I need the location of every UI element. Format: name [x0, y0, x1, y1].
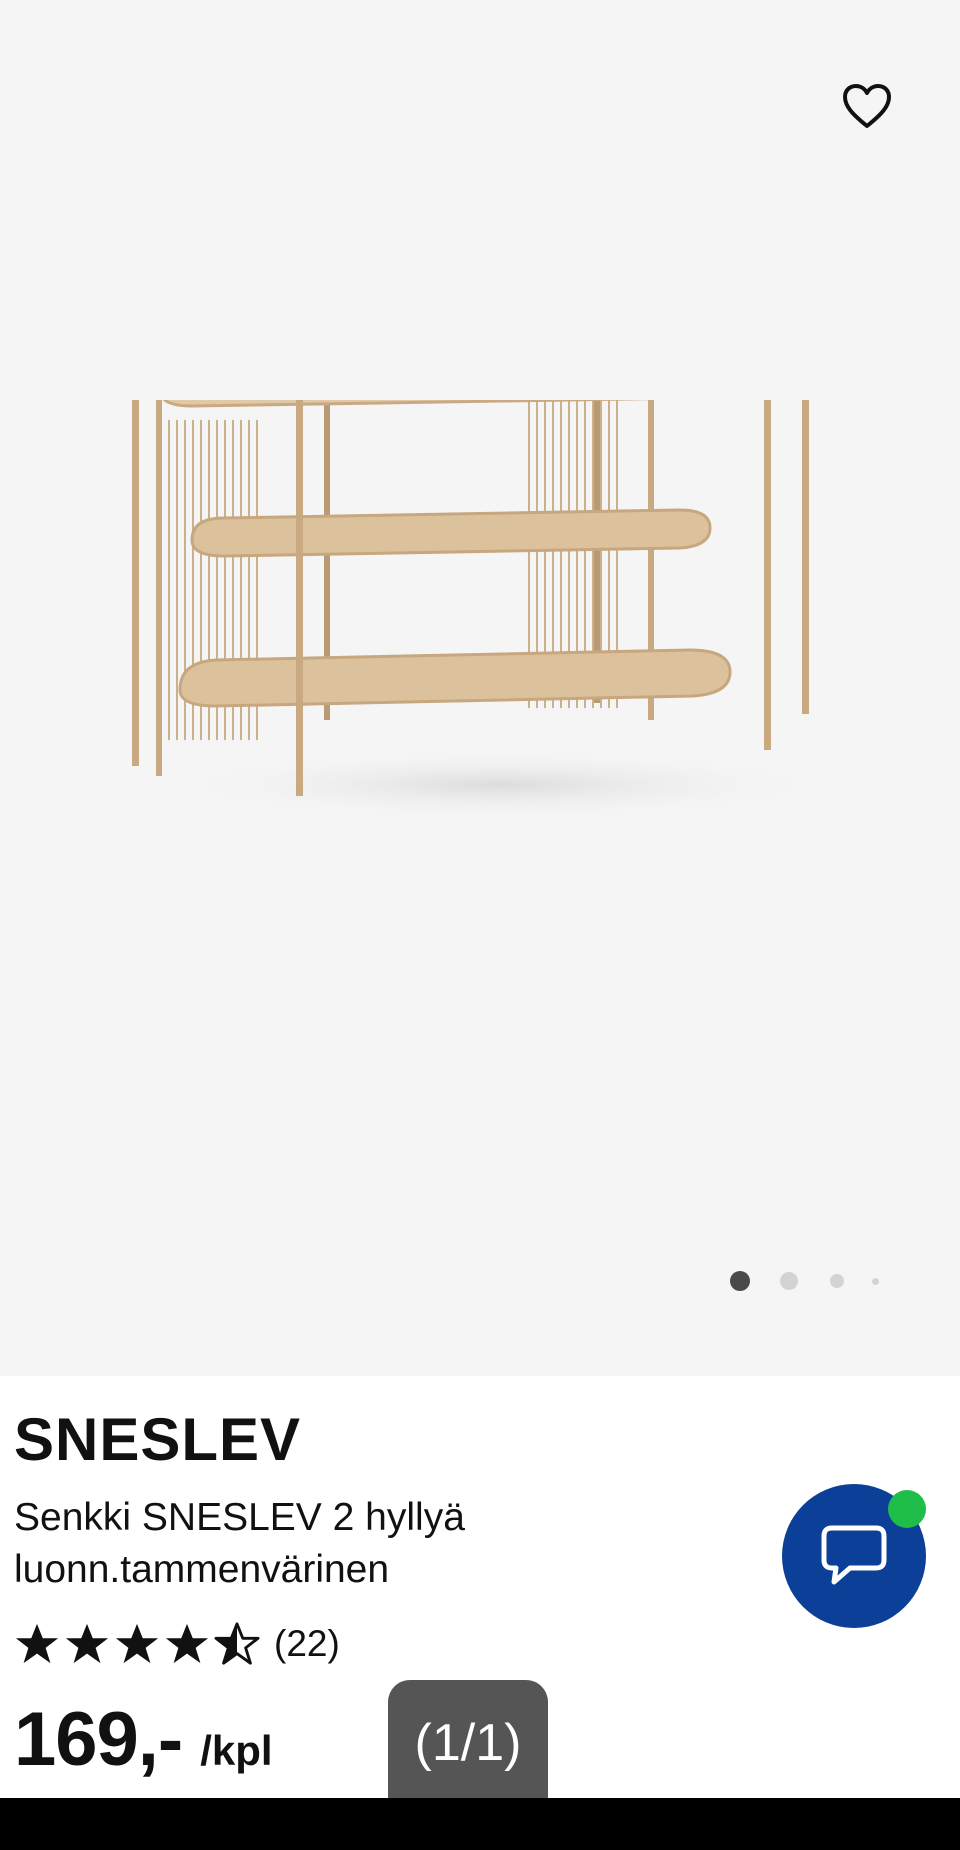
system-navigation-bar: [0, 1798, 960, 1850]
pager-dot[interactable]: [830, 1274, 844, 1288]
pager-dot[interactable]: [730, 1271, 750, 1291]
star-half-icon: [214, 1622, 260, 1665]
star-filled-icon: [165, 1623, 209, 1664]
pager-dot[interactable]: [872, 1278, 879, 1285]
product-rating[interactable]: (22): [14, 1616, 340, 1672]
price-amount: 169,-: [14, 1697, 183, 1782]
image-counter-text: (1/1): [414, 1714, 522, 1772]
image-counter-badge: (1/1): [388, 1680, 548, 1806]
product-description: Senkki SNESLEV 2 hyllyä luonn.tammenväri…: [14, 1492, 574, 1596]
product-price: 169,- /kpl: [14, 1696, 273, 1783]
description-line: Senkki SNESLEV 2 hyllyä: [14, 1496, 465, 1539]
star-filled-icon: [15, 1623, 59, 1664]
heart-outline-icon: [843, 84, 891, 128]
rating-stars: [14, 1621, 260, 1667]
star-filled-icon: [65, 1623, 109, 1664]
star-filled-icon: [115, 1623, 159, 1664]
review-count[interactable]: (22): [274, 1623, 340, 1665]
favorite-button[interactable]: [838, 78, 896, 136]
product-photo: [132, 400, 840, 821]
image-pager-dots: [720, 1266, 900, 1296]
product-name: SNESLEV: [14, 1406, 302, 1473]
price-unit: /kpl: [200, 1727, 273, 1774]
pager-dot[interactable]: [780, 1272, 798, 1290]
description-line: luonn.tammenvärinen: [14, 1548, 390, 1591]
chat-status-indicator: [888, 1490, 926, 1528]
chat-bubble-icon: [821, 1525, 887, 1585]
